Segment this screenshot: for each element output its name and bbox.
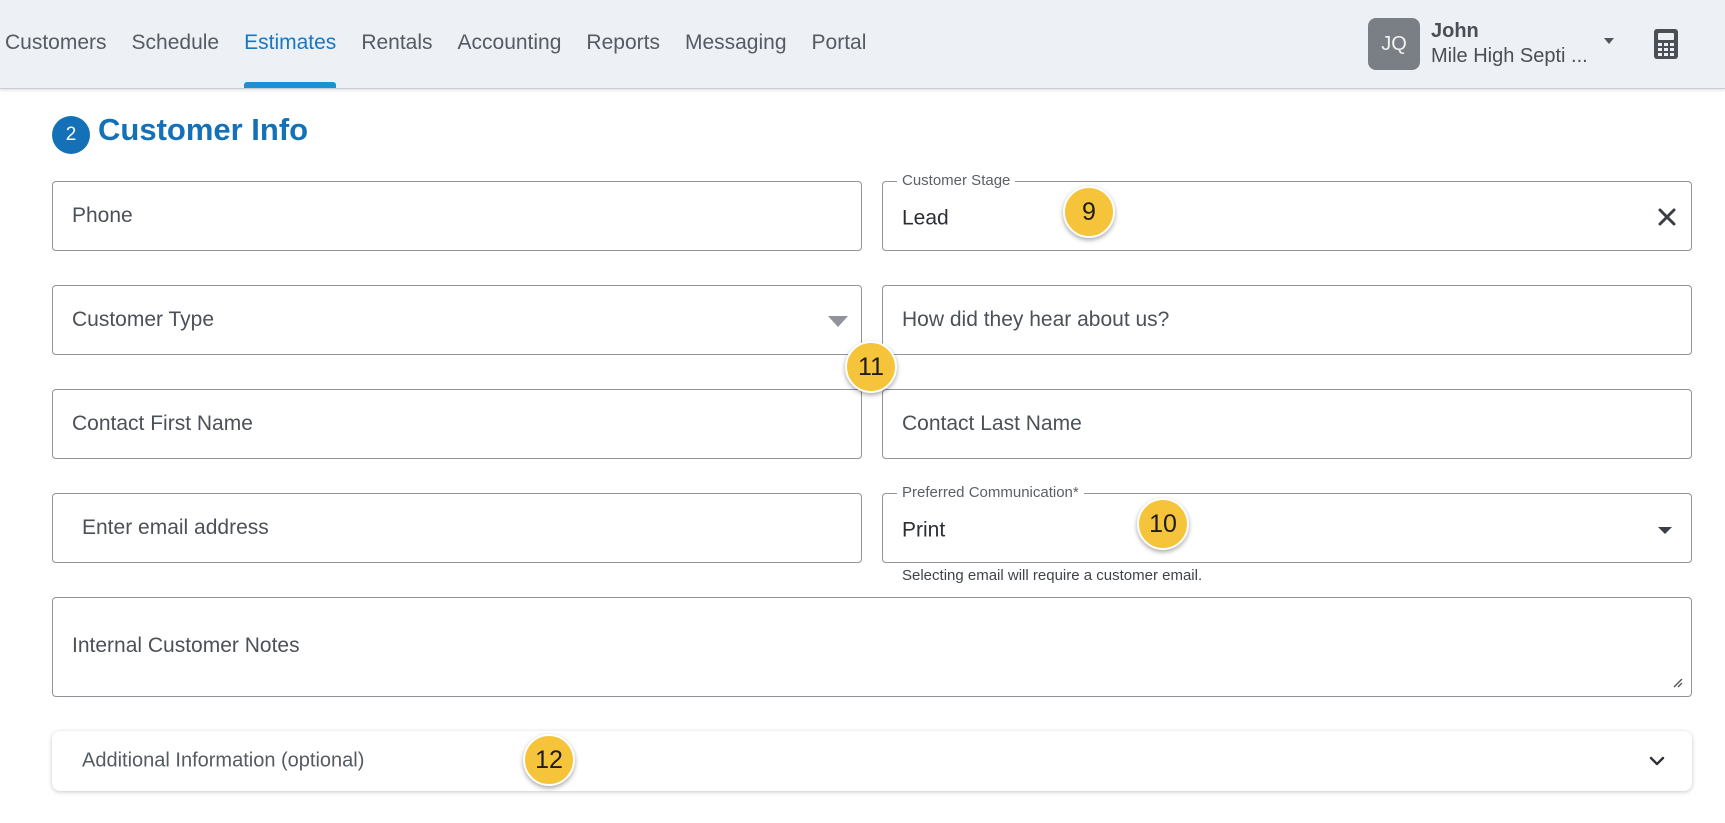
customer-type-select[interactable]: Customer Type bbox=[52, 285, 862, 355]
nav-item-portal[interactable]: Portal bbox=[812, 0, 867, 88]
callout-marker-12: 12 bbox=[523, 734, 575, 786]
nav-item-accounting[interactable]: Accounting bbox=[458, 0, 562, 88]
caret-down-icon[interactable] bbox=[1604, 38, 1614, 44]
hear-about-us-field[interactable]: How did they hear about us? bbox=[882, 285, 1692, 355]
nav-item-estimates[interactable]: Estimates bbox=[244, 0, 337, 88]
customer-stage-label: Customer Stage bbox=[897, 172, 1016, 189]
phone-placeholder: Phone bbox=[72, 204, 133, 227]
customer-stage-select[interactable]: Customer Stage Lead bbox=[882, 172, 1692, 251]
user-name: John bbox=[1431, 20, 1479, 42]
callout-marker-11: 11 bbox=[845, 341, 897, 393]
additional-information-accordion[interactable]: Additional Information (optional) bbox=[52, 731, 1692, 791]
top-nav-bar: Customers Schedule Estimates Rentals Acc… bbox=[0, 0, 1725, 89]
main-nav: Customers Schedule Estimates Rentals Acc… bbox=[0, 0, 891, 88]
preferred-communication-label: Preferred Communication* bbox=[897, 484, 1084, 501]
internal-notes-textarea[interactable]: Internal Customer Notes bbox=[52, 597, 1692, 697]
notes-placeholder: Internal Customer Notes bbox=[72, 634, 300, 657]
customer-stage-value: Lead bbox=[902, 206, 949, 230]
first-name-placeholder: Contact First Name bbox=[72, 412, 253, 435]
customer-type-placeholder: Customer Type bbox=[72, 308, 215, 331]
last-name-placeholder: Contact Last Name bbox=[902, 412, 1082, 435]
callout-marker-10: 10 bbox=[1137, 498, 1189, 550]
user-company: Mile High Septi ... bbox=[1431, 45, 1588, 67]
email-field[interactable]: Enter email address bbox=[52, 493, 862, 563]
preferred-communication-value: Print bbox=[902, 518, 946, 542]
nav-item-messaging[interactable]: Messaging bbox=[685, 0, 787, 88]
nav-item-reports[interactable]: Reports bbox=[586, 0, 660, 88]
hear-about-placeholder: How did they hear about us? bbox=[902, 308, 1170, 331]
nav-item-schedule[interactable]: Schedule bbox=[132, 0, 220, 88]
contact-last-name-field[interactable]: Contact Last Name bbox=[882, 389, 1692, 459]
nav-item-customers[interactable]: Customers bbox=[5, 0, 107, 88]
email-placeholder: Enter email address bbox=[82, 516, 269, 539]
callout-marker-9: 9 bbox=[1063, 186, 1115, 238]
resize-handle-icon[interactable] bbox=[1671, 676, 1683, 688]
phone-field[interactable]: Phone bbox=[52, 181, 862, 251]
user-menu[interactable]: JQ John Mile High Septi ... bbox=[1368, 18, 1588, 70]
preferred-communication-select[interactable]: Preferred Communication* Print bbox=[882, 484, 1692, 563]
contact-first-name-field[interactable]: Contact First Name bbox=[52, 389, 862, 459]
close-icon[interactable] bbox=[1657, 207, 1677, 227]
calculator-icon[interactable] bbox=[1653, 28, 1679, 60]
step-number-badge: 2 bbox=[52, 116, 90, 154]
additional-information-label: Additional Information (optional) bbox=[82, 749, 365, 772]
avatar[interactable]: JQ bbox=[1368, 18, 1420, 70]
caret-down-icon[interactable] bbox=[1658, 527, 1672, 534]
chevron-down-icon[interactable] bbox=[1648, 752, 1666, 770]
caret-down-icon[interactable] bbox=[828, 316, 848, 327]
preferred-communication-helper: Selecting email will require a customer … bbox=[902, 567, 1203, 584]
nav-item-rentals[interactable]: Rentals bbox=[361, 0, 432, 88]
section-title: Customer Info bbox=[98, 112, 309, 147]
user-info[interactable]: John Mile High Septi ... bbox=[1431, 20, 1588, 68]
